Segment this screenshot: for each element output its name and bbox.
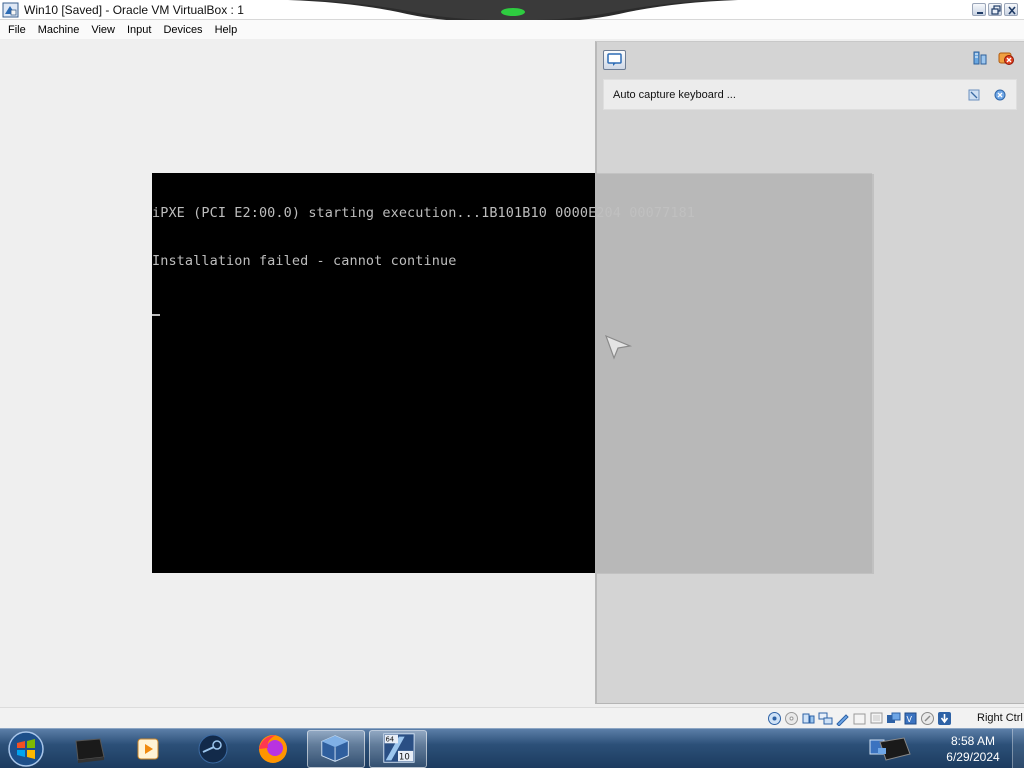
menu-devices[interactable]: Devices [158, 24, 207, 36]
clock-date: 6/29/2024 [946, 750, 1000, 764]
optical-drive-icon[interactable] [784, 711, 799, 726]
notification-item: Auto capture keyboard ... [603, 79, 1017, 110]
text-cursor [152, 314, 160, 316]
dismiss-all-icon[interactable] [998, 50, 1014, 66]
svg-text:V: V [907, 715, 913, 724]
steam-app-icon [198, 734, 228, 764]
steam-app[interactable] [184, 730, 242, 768]
mouse-pointer-icon [604, 334, 632, 360]
audio-icon[interactable] [801, 711, 816, 726]
notification-panel: Auto capture keyboard ... [595, 41, 1024, 704]
network-tray-icon[interactable] [868, 734, 912, 764]
window-title: Win10 [Saved] - Oracle VM VirtualBox : 1 [24, 3, 244, 17]
terminal-app-icon [75, 738, 105, 763]
terminal-app[interactable] [60, 730, 118, 768]
menu-view[interactable]: View [86, 24, 120, 36]
title-bar: Win10 [Saved] - Oracle VM VirtualBox : 1 [0, 0, 1024, 22]
virtualbox-app[interactable] [307, 730, 365, 768]
cpu-icon[interactable]: V [903, 711, 918, 726]
mouse-integration-icon[interactable] [920, 711, 935, 726]
menu-help[interactable]: Help [210, 24, 243, 36]
status-bar: V Right Ctrl [0, 707, 1024, 728]
menu-input[interactable]: Input [122, 24, 156, 36]
virtualbox-app-icon [321, 735, 349, 762]
notification-text: Auto capture keyboard ... [613, 89, 736, 101]
keyboard-icon[interactable] [937, 711, 952, 726]
vm-display-shadow [597, 174, 874, 574]
win10-vm-app[interactable]: 64 10 [369, 730, 427, 768]
taskbar: 64 10 8:58 AM 6/29/2024 [0, 728, 1024, 768]
menu-bar: File Machine View Input Devices Help [0, 20, 1024, 39]
show-desktop-button[interactable] [1012, 729, 1024, 768]
help-icon[interactable] [968, 89, 980, 101]
menu-machine[interactable]: Machine [33, 24, 85, 36]
host-key-label: Right Ctrl [977, 712, 1023, 724]
virtualbox-app-icon [2, 2, 19, 18]
display-icon[interactable] [869, 711, 884, 726]
firefox-app[interactable] [244, 730, 302, 768]
notification-center-icon[interactable] [603, 50, 626, 70]
hard-disk-icon[interactable] [767, 711, 782, 726]
menu-file[interactable]: File [3, 24, 31, 36]
shared-folders-icon[interactable] [852, 711, 867, 726]
close-notification-icon[interactable] [994, 89, 1006, 101]
media-player-app-icon [137, 738, 159, 760]
vm-badge-bottom: 10 [399, 752, 410, 762]
minimize-button[interactable] [972, 3, 986, 16]
media-player-app[interactable] [120, 730, 178, 768]
firefox-app-icon [259, 735, 287, 763]
system-clock[interactable]: 8:58 AM 6/29/2024 [938, 733, 1008, 765]
win10-vm-app-icon: 64 10 [383, 733, 415, 763]
video-capture-icon[interactable] [886, 711, 901, 726]
keep-open-icon[interactable] [972, 50, 988, 66]
restore-button[interactable] [988, 3, 1002, 16]
close-button[interactable] [1004, 3, 1018, 16]
network-icon[interactable] [818, 711, 833, 726]
usb-icon[interactable] [835, 711, 850, 726]
vm-badge-top: 64 [386, 735, 394, 743]
title-bar-decoration [288, 0, 738, 22]
clock-time: 8:58 AM [950, 734, 996, 748]
start-button[interactable] [6, 730, 46, 768]
